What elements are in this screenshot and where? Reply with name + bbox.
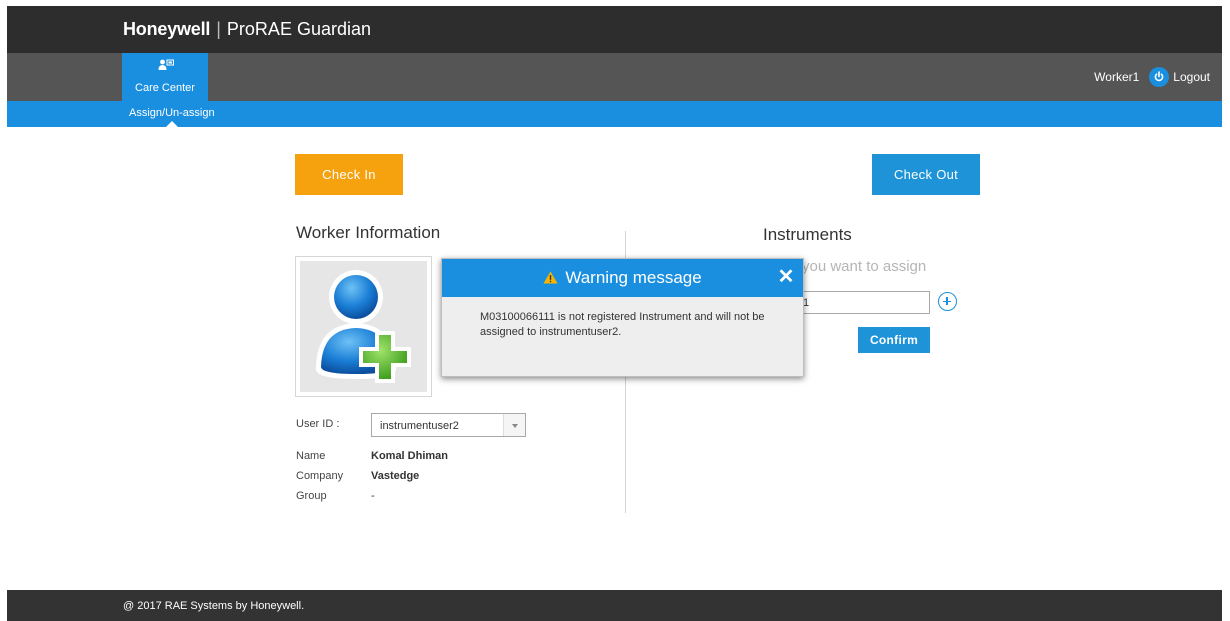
active-caret bbox=[166, 121, 178, 127]
chevron-down-icon[interactable] bbox=[503, 414, 525, 436]
check-in-button[interactable]: Check In bbox=[295, 154, 403, 195]
add-instrument-icon[interactable] bbox=[938, 292, 957, 311]
company-label: Company bbox=[296, 470, 344, 482]
avatar-background bbox=[300, 261, 427, 392]
modal-header: Warning message ✕ bbox=[442, 259, 803, 297]
modal-message: M03100066111 is not registered Instrumen… bbox=[480, 311, 765, 338]
check-out-button[interactable]: Check Out bbox=[872, 154, 980, 195]
name-label: Name bbox=[296, 450, 326, 462]
brand-logo: Honeywell | ProRAE Guardian bbox=[123, 19, 371, 40]
tab-label: Care Center bbox=[135, 82, 195, 94]
instruments-hint: you want to assign bbox=[802, 258, 927, 275]
close-icon[interactable]: ✕ bbox=[777, 266, 795, 288]
modal-title: Warning message bbox=[565, 268, 702, 287]
userid-select[interactable]: instrumentuser2 bbox=[371, 413, 526, 437]
app-frame: Honeywell | ProRAE Guardian Care Center Wo… bbox=[7, 6, 1222, 621]
subnav-assign-unassign[interactable]: Assign/Un-assign bbox=[129, 107, 215, 119]
footer: @ 2017 RAE Systems by Honeywell. bbox=[7, 590, 1222, 621]
instruments-title: Instruments bbox=[763, 225, 852, 244]
worker-info-title: Worker Information bbox=[296, 223, 441, 242]
name-value: Komal Dhiman bbox=[371, 450, 449, 462]
copyright-text: @ 2017 RAE Systems by Honeywell. bbox=[123, 600, 305, 612]
product-name: ProRAE Guardian bbox=[226, 19, 371, 39]
worker-avatar bbox=[295, 256, 432, 397]
userid-label: User ID : bbox=[296, 418, 340, 430]
nav-bar: Care Center Worker1 Logout bbox=[7, 53, 1222, 101]
company-value: Vastedge bbox=[371, 470, 420, 482]
power-icon[interactable] bbox=[1149, 67, 1170, 87]
warning-modal: Warning message ✕ M03100066111 is not re… bbox=[441, 258, 804, 377]
title-bar: Honeywell | ProRAE Guardian bbox=[7, 6, 1222, 53]
care-center-icon bbox=[158, 59, 174, 70]
warning-icon bbox=[543, 271, 558, 284]
brand-name: Honeywell bbox=[123, 19, 211, 39]
modal-title-wrap: Warning message bbox=[442, 268, 803, 288]
userid-select-value: instrumentuser2 bbox=[380, 420, 459, 432]
tab-care-center[interactable]: Care Center bbox=[122, 53, 208, 101]
sub-nav-bar: Assign/Un-assign bbox=[7, 101, 1222, 127]
logout-link[interactable]: Logout bbox=[1173, 70, 1210, 84]
confirm-button[interactable]: Confirm bbox=[858, 327, 930, 353]
group-label: Group bbox=[296, 490, 327, 502]
user-area: Worker1 Logout bbox=[1094, 66, 1210, 88]
add-user-icon bbox=[316, 270, 411, 383]
group-value: - bbox=[371, 490, 375, 502]
current-user: Worker1 bbox=[1094, 70, 1140, 84]
brand-separator: | bbox=[216, 19, 221, 39]
